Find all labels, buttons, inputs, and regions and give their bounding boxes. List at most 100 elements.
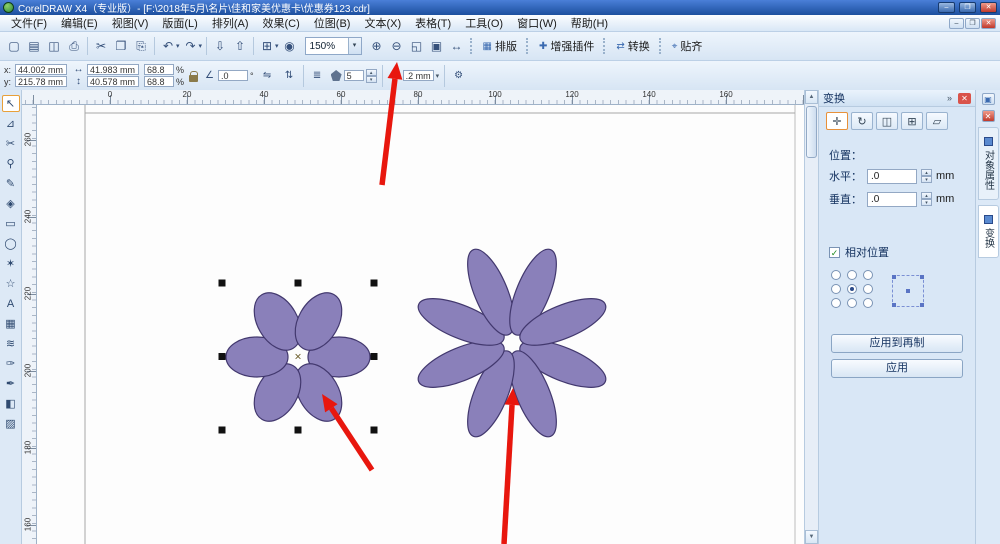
scale-h-input[interactable]: 68.8 <box>144 64 174 75</box>
lock-ratio-icon[interactable] <box>189 70 199 82</box>
object-x-input[interactable]: 44.002 mm <box>15 64 67 75</box>
vertical-stepper[interactable]: ▴ ▾ <box>921 192 932 206</box>
scroll-up-icon[interactable]: ▲ <box>805 90 818 104</box>
doc-minimize-button[interactable]: – <box>949 17 964 29</box>
selection-handle-top-right[interactable] <box>370 279 378 287</box>
menu-tools[interactable]: 工具(O) <box>458 14 510 32</box>
scroll-down-icon[interactable]: ▼ <box>805 530 818 544</box>
tab-transform[interactable]: 变换 <box>977 205 999 258</box>
minimize-button[interactable]: – <box>938 2 955 13</box>
menu-table[interactable]: 表格(T) <box>408 14 458 32</box>
relative-position-checkbox[interactable]: ✓ <box>829 246 840 258</box>
anchor-radio-bottom-right[interactable] <box>863 298 873 308</box>
vertical-ruler[interactable]: 260240220200180160140 <box>22 105 37 544</box>
undo-icon-dropdown[interactable]: ▾ <box>176 42 180 50</box>
cut-icon[interactable]: ✂ <box>91 36 111 56</box>
zoom-selected-icon[interactable]: ◱ <box>407 36 427 56</box>
apply-to-duplicate-button[interactable]: 应用到再制 <box>831 334 963 353</box>
selection-handle-middle-right[interactable] <box>370 353 378 360</box>
menu-help[interactable]: 帮助(H) <box>564 14 615 32</box>
table-tool[interactable]: ▦ <box>2 315 20 332</box>
doc-close-button[interactable]: ✕ <box>981 17 996 29</box>
menu-text[interactable]: 文本(X) <box>357 14 408 32</box>
export-icon[interactable]: ⇧ <box>230 36 250 56</box>
rotation-input[interactable]: .0 <box>218 70 249 81</box>
docker-menu-icon[interactable]: » <box>943 93 956 103</box>
anchor-radio-middle-right[interactable] <box>863 284 873 294</box>
typesetting-button[interactable]: ▦ 排版 <box>477 38 523 54</box>
docker-close-icon[interactable]: ✕ <box>958 92 971 104</box>
mirror-horizontal-button[interactable]: ⇋ <box>259 67 276 84</box>
canvas[interactable]: × <box>37 105 804 544</box>
transform-rotate-tab[interactable]: ↻ <box>851 112 873 130</box>
anchor-radio-bottom-left[interactable] <box>831 298 841 308</box>
ellipse-tool[interactable]: ◯ <box>2 235 20 252</box>
menu-bitmaps[interactable]: 位图(B) <box>307 14 358 32</box>
transform-position-tab[interactable]: ✛ <box>826 112 848 130</box>
spin-down-icon[interactable]: ▾ <box>365 75 377 83</box>
zoom-tool[interactable]: ⚲ <box>2 155 20 172</box>
tab-object-properties[interactable]: 对象属性 <box>977 127 999 200</box>
snap-button[interactable]: ⌖ 贴齐 <box>666 38 709 54</box>
crop-tool[interactable]: ✂ <box>2 135 20 152</box>
copy-icon[interactable]: ❐ <box>111 36 131 56</box>
print-icon[interactable]: ⎙ <box>64 36 84 56</box>
interactive-fill-tool[interactable]: ▨ <box>2 415 20 432</box>
menu-layout[interactable]: 版面(L) <box>155 14 204 32</box>
maximize-button[interactable]: ❐ <box>959 2 976 13</box>
redo-icon-dropdown[interactable]: ▾ <box>199 42 203 50</box>
menu-file[interactable]: 文件(F) <box>4 14 54 32</box>
import-icon[interactable]: ⇩ <box>210 36 230 56</box>
spin-down-icon[interactable]: ▾ <box>921 176 932 183</box>
basic-shapes-tool[interactable]: ☆ <box>2 275 20 292</box>
shape-tool[interactable]: ⊿ <box>2 115 20 132</box>
anchor-radio-top-center[interactable] <box>847 270 857 280</box>
outline-dropdown-icon[interactable]: ▾ <box>436 72 440 80</box>
apply-button[interactable]: 应用 <box>831 359 963 378</box>
anchor-radio-top-left[interactable] <box>831 270 841 280</box>
zoom-in-icon[interactable]: ⊕ <box>367 36 387 56</box>
selection-handle-bottom-right[interactable] <box>370 426 378 434</box>
text-tool[interactable]: A <box>2 295 20 312</box>
outline-pen-tool[interactable]: ✒ <box>2 375 20 392</box>
object-width-input[interactable]: 41.983 mm <box>87 64 139 75</box>
menu-edit[interactable]: 编辑(E) <box>54 14 105 32</box>
anchor-radio-bottom-center[interactable] <box>847 298 857 308</box>
docker-strip-close-icon[interactable]: ✕ <box>981 110 995 122</box>
eight-petal-flower[interactable] <box>412 243 611 442</box>
spin-down-icon[interactable]: ▾ <box>921 199 932 206</box>
spin-up-icon[interactable]: ▴ <box>921 169 932 176</box>
horizontal-input[interactable]: .0 <box>867 168 917 184</box>
vertical-input[interactable]: .0 <box>867 191 917 207</box>
menu-view[interactable]: 视图(V) <box>105 14 156 32</box>
welcome-screen-icon[interactable]: ◉ <box>280 36 300 56</box>
zoom-out-icon[interactable]: ⊖ <box>387 36 407 56</box>
transform-skew-tab[interactable]: ▱ <box>926 112 948 130</box>
app-launcher-icon-dropdown[interactable]: ▾ <box>275 42 279 50</box>
zoom-dropdown-icon[interactable]: ▾ <box>347 38 361 54</box>
docker-pin-icon[interactable]: ▣ <box>981 93 995 105</box>
scrollbar-thumb[interactable] <box>806 106 817 158</box>
zoom-width-icon[interactable]: ↔ <box>447 36 467 56</box>
object-height-input[interactable]: 40.578 mm <box>87 76 139 87</box>
object-y-input[interactable]: 215.78 mm <box>15 76 67 87</box>
selection-handle-top-left[interactable] <box>218 279 226 287</box>
settings-gear-icon[interactable]: ⚙ <box>450 67 467 84</box>
scale-v-input[interactable]: 68.8 <box>144 76 174 87</box>
horizontal-stepper[interactable]: ▴ ▾ <box>921 169 932 183</box>
redo-icon[interactable]: ↷ <box>181 36 201 56</box>
polygon-tool[interactable]: ✶ <box>2 255 20 272</box>
plugins-button[interactable]: ✚ 增强插件 <box>533 38 600 54</box>
scrollbar-track[interactable] <box>805 160 818 530</box>
new-icon[interactable]: ▢ <box>4 36 24 56</box>
anchor-radio-middle-left[interactable] <box>831 284 841 294</box>
anchor-radio-top-right[interactable] <box>863 270 873 280</box>
paste-icon[interactable]: ⎘ <box>131 36 151 56</box>
menu-effects[interactable]: 效果(C) <box>256 14 307 32</box>
open-icon[interactable]: ▤ <box>24 36 44 56</box>
freehand-tool[interactable]: ✎ <box>2 175 20 192</box>
app-launcher-icon[interactable]: ⊞ <box>257 36 277 56</box>
transform-size-tab[interactable]: ⊞ <box>901 112 923 130</box>
smart-fill-tool[interactable]: ◈ <box>2 195 20 212</box>
pick-tool[interactable]: ↖ <box>1 95 20 112</box>
